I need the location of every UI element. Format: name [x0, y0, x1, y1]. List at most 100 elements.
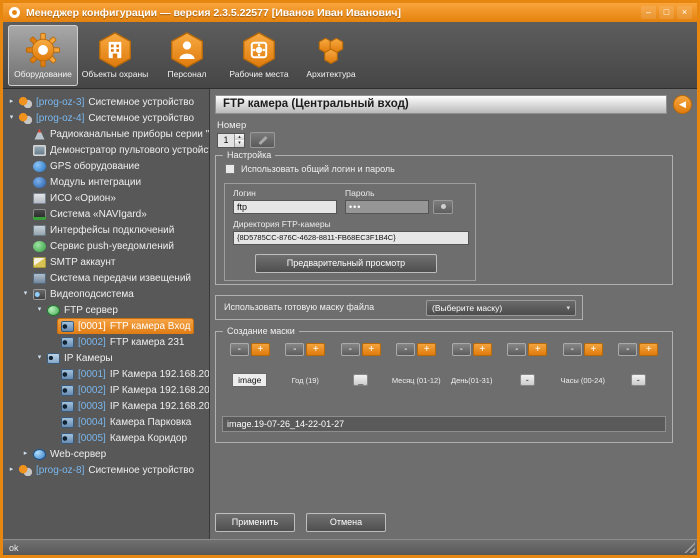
login-input[interactable]: ftp [233, 200, 337, 214]
mask-separator-button[interactable]: - [520, 374, 535, 386]
tree-item-prefix: [prog-oz-4] [36, 113, 84, 124]
shared-credentials-row[interactable]: Использовать общий логин и пароль [225, 164, 395, 174]
expander-icon[interactable]: ▾ [35, 350, 44, 366]
toolbar-item-label: Объекты охраны [82, 69, 149, 79]
toolbar-item-security-objects[interactable]: Объекты охраны [80, 25, 150, 86]
number-label: Номер [217, 120, 246, 131]
mask-column: -+ _ [333, 343, 389, 387]
mask-add-button[interactable]: + [251, 343, 270, 356]
toolbar-item-equipment[interactable]: Оборудование [8, 25, 78, 86]
expander-icon[interactable]: ▸ [7, 462, 16, 478]
expander-icon[interactable]: ▸ [21, 446, 30, 462]
page-title: FTP камера (Центральный вход) [215, 95, 667, 114]
tree-item-navigard[interactable]: Система «NAVIgard» [3, 206, 209, 222]
mask-remove-button[interactable]: - [452, 343, 471, 356]
cancel-button[interactable]: Отмена [306, 513, 386, 532]
tree-item-web-server[interactable]: ▸ Web-сервер [3, 446, 209, 462]
tree-item-integration-module[interactable]: Модуль интеграции [3, 174, 209, 190]
mask-separator-button[interactable]: _ [353, 374, 368, 386]
mask-remove-button[interactable]: - [285, 343, 304, 356]
mask-separator-button[interactable]: - [631, 374, 646, 386]
close-button[interactable]: × [677, 6, 692, 19]
tree-item-ftp-server[interactable]: ▾ FTP сервер [3, 302, 209, 318]
password-input[interactable]: ••• [345, 200, 429, 214]
mask-remove-button[interactable]: - [341, 343, 360, 356]
stepper-down-icon[interactable]: ▾ [235, 140, 244, 147]
content-panel: FTP камера (Центральный вход) ◀ Номер 1 … [210, 89, 697, 539]
tree-item-camera-corridor[interactable]: [0005]Камера Коридор [3, 430, 209, 446]
mask-remove-button[interactable]: - [507, 343, 526, 356]
password-reveal-button[interactable] [433, 200, 453, 214]
tree-item-push-service[interactable]: Сервис push-уведомлений [3, 238, 209, 254]
tree-item-ip-camera-233[interactable]: [0003]IP Камера 192.168.20.233 [3, 398, 209, 414]
mask-add-button[interactable]: + [417, 343, 436, 356]
mask-remove-button[interactable]: - [396, 343, 415, 356]
web-server-icon [33, 449, 46, 460]
mask-add-button[interactable]: + [306, 343, 325, 356]
back-button[interactable]: ◀ [673, 95, 692, 114]
mask-remove-button[interactable]: - [563, 343, 582, 356]
tree-item-smtp[interactable]: SMTP аккаунт [3, 254, 209, 270]
tree-item-radio-devices[interactable]: Радиоканальные приборы серии "Lonta-Opti… [3, 126, 209, 142]
device-tree[interactable]: ▸ [prog-oz-3]Системное устройство ▾ [pro… [3, 89, 210, 539]
tree-item-ip-camera-250[interactable]: [0001]IP Камера 192.168.20.250 [3, 366, 209, 382]
mask-add-button[interactable]: + [584, 343, 603, 356]
mask-part-image[interactable]: image [232, 373, 267, 387]
push-service-icon [33, 241, 46, 252]
tree-item-label: Видеоподсистема [50, 289, 134, 300]
camera-icon [61, 321, 74, 332]
tree-item-ftp-camera-entrance[interactable]: [0001]FTP камера Вход [3, 318, 209, 334]
tree-item-prog-oz-3[interactable]: ▸ [prog-oz-3]Системное устройство [3, 94, 209, 110]
building-icon [97, 32, 133, 68]
mask-preset-select[interactable]: (Выберите маску) ▾ [426, 300, 576, 316]
mask-part-day-label: День(01-31) [451, 376, 492, 385]
mask-add-button[interactable]: + [473, 343, 492, 356]
tree-item-orion[interactable]: ИСО «Орион» [3, 190, 209, 206]
preview-button[interactable]: Предварительный просмотр [255, 254, 437, 273]
expander-icon[interactable]: ▸ [7, 94, 16, 110]
credentials-box: Логин Пароль ftp ••• Директория FTP-каме… [224, 183, 476, 281]
toolbar-item-personnel[interactable]: Персонал [152, 25, 222, 86]
camera-icon [61, 433, 74, 444]
tree-item-gps[interactable]: GPS оборудование [3, 158, 209, 174]
tree-item-label: Web-сервер [50, 449, 106, 460]
expander-icon[interactable]: ▾ [21, 286, 30, 302]
apply-button[interactable]: Применить [215, 513, 295, 532]
tree-item-console-demo[interactable]: Демонстратор пультового устройства [3, 142, 209, 158]
directory-input[interactable]: {8D5785CC-876C-4628-8811-FB68EC3F1B4C} [233, 231, 469, 245]
number-stepper[interactable]: 1 ▴ ▾ [217, 133, 245, 148]
tree-item-prefix: [0005] [78, 433, 106, 444]
mask-add-button[interactable]: + [362, 343, 381, 356]
tree-item-prog-oz-4[interactable]: ▾ [prog-oz-4]Системное устройство [3, 110, 209, 126]
edit-number-button[interactable] [250, 132, 275, 148]
maximize-button[interactable]: □ [659, 6, 674, 19]
mask-add-button[interactable]: + [528, 343, 547, 356]
tree-item-notification-system[interactable]: Система передачи извещений [3, 270, 209, 286]
number-value[interactable]: 1 [218, 134, 234, 147]
tree-item-video-subsystem[interactable]: ▾ Видеоподсистема [3, 286, 209, 302]
directory-label: Директория FTP-камеры [233, 219, 331, 229]
title-bar[interactable]: Менеджер конфигурации — версия 2.3.5.225… [3, 3, 697, 22]
tree-item-interfaces[interactable]: Интерфейсы подключений [3, 222, 209, 238]
shared-credentials-checkbox[interactable] [225, 164, 235, 174]
person-icon [169, 32, 205, 68]
expander-icon[interactable]: ▾ [35, 302, 44, 318]
mask-remove-button[interactable]: - [618, 343, 637, 356]
tree-item-label: IP Камеры [64, 353, 113, 364]
mask-preset-value: (Выберите маску) [432, 303, 502, 313]
toolbar-item-workstations[interactable]: Рабочие места [224, 25, 294, 86]
toolbar-item-architecture[interactable]: Архитектура [296, 25, 366, 86]
mask-add-button[interactable]: + [639, 343, 658, 356]
tree-item-ip-cameras[interactable]: ▾ IP Камеры [3, 350, 209, 366]
tree-item-prog-oz-8[interactable]: ▸ [prog-oz-8]Системное устройство [3, 462, 209, 478]
minimize-button[interactable]: – [641, 6, 656, 19]
tree-item-camera-parking[interactable]: [0004]Камера Парковка [3, 414, 209, 430]
resize-grip[interactable] [684, 542, 695, 553]
mask-remove-button[interactable]: - [230, 343, 249, 356]
tree-item-ip-camera-232[interactable]: [0002]IP Камера 192.168.20.232 [3, 382, 209, 398]
tree-item-prefix: [0001] [78, 321, 106, 332]
tree-item-ftp-camera-231[interactable]: [0002]FTP камера 231 [3, 334, 209, 350]
tree-item-prefix: [0002] [78, 337, 106, 348]
navigard-icon [33, 209, 46, 220]
expander-icon[interactable]: ▾ [7, 110, 16, 126]
